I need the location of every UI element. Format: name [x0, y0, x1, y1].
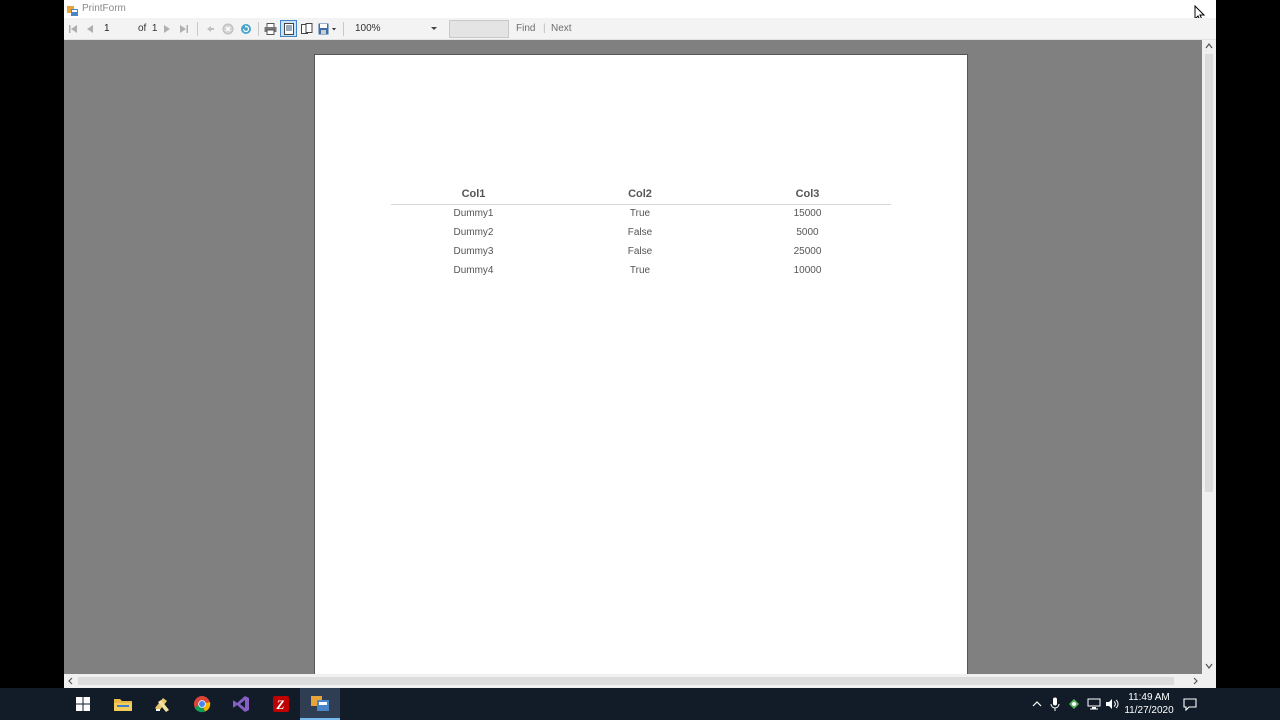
table-cell: 5000 — [796, 227, 819, 238]
current-page-input[interactable]: 1 — [102, 21, 132, 37]
table-row: Dummy1 True 15000 — [391, 204, 891, 223]
clock-date: 11/27/2020 — [1124, 705, 1174, 716]
table-cell: 25000 — [793, 246, 822, 257]
scroll-down-icon[interactable] — [1202, 660, 1216, 674]
table-cell: False — [627, 227, 653, 238]
svg-text:Z: Z — [276, 697, 285, 712]
filezilla-icon[interactable]: Z — [261, 688, 301, 720]
title-bar: PrintForm — [64, 0, 1216, 23]
start-icon[interactable] — [63, 688, 103, 720]
previous-page-icon[interactable] — [84, 21, 96, 37]
column-header: Col2 — [628, 188, 652, 201]
table-cell: Dummy2 — [453, 227, 494, 238]
windows-taskbar: Z 11:49 AM 11/27/2020 — [0, 688, 1280, 720]
table-cell: Dummy1 — [453, 208, 494, 220]
column-header: Col1 — [461, 188, 486, 201]
scrollbar-corner — [1202, 674, 1216, 688]
find-next-separator: | — [543, 23, 546, 34]
toolbar-separator — [258, 22, 259, 36]
table-cell: True — [629, 265, 651, 276]
toolbar-separator — [343, 22, 344, 36]
chevron-down-icon — [431, 27, 437, 30]
printform-app-icon[interactable] — [300, 688, 340, 720]
right-letterbox — [1216, 0, 1280, 688]
toolbar-separator — [197, 22, 198, 36]
horizontal-scroll-thumb[interactable] — [78, 677, 1174, 685]
first-page-icon[interactable] — [67, 21, 79, 37]
system-clock[interactable]: 11:49 AM 11/27/2020 — [1118, 691, 1180, 717]
network-icon[interactable] — [1086, 696, 1102, 712]
report-page: Col1 Col2 Col3 Dummy1 True 15000 Dummy2 … — [314, 54, 968, 674]
printform-window: PrintForm 1 of 1 100% Find | Next Col1 C… — [64, 0, 1216, 688]
next-page-icon[interactable] — [161, 21, 173, 37]
table-cell: True — [629, 208, 651, 220]
report-viewport[interactable]: Col1 Col2 Col3 Dummy1 True 15000 Dummy2 … — [64, 40, 1202, 674]
table-cell: Dummy3 — [453, 246, 494, 257]
last-page-icon[interactable] — [178, 21, 190, 37]
window-title: PrintForm — [82, 3, 126, 14]
app-icon — [67, 3, 78, 16]
report-toolbar: 1 of 1 100% Find | Next — [64, 18, 1216, 40]
next-link[interactable]: Next — [551, 23, 572, 34]
horizontal-scrollbar[interactable] — [64, 674, 1202, 688]
scroll-left-icon[interactable] — [64, 675, 78, 689]
back-to-parent-icon[interactable] — [203, 21, 217, 37]
scroll-right-icon[interactable] — [1188, 675, 1202, 689]
network-sync-icon[interactable] — [1066, 696, 1082, 712]
file-explorer-icon[interactable] — [103, 688, 143, 720]
visual-studio-icon[interactable] — [221, 688, 261, 720]
table-row: Dummy3 False 25000 — [391, 242, 891, 261]
page-setup-icon[interactable] — [300, 21, 314, 37]
table-cell: 10000 — [793, 265, 822, 276]
page-count-label: of 1 — [138, 23, 158, 34]
chrome-icon[interactable] — [182, 688, 222, 720]
report-table: Col1 Col2 Col3 Dummy1 True 15000 Dummy2 … — [391, 185, 891, 280]
scroll-up-icon[interactable] — [1202, 40, 1216, 54]
print-layout-icon[interactable] — [280, 20, 297, 37]
table-header-row: Col1 Col2 Col3 — [391, 185, 891, 204]
clock-time: 11:49 AM — [1128, 692, 1170, 703]
table-cell: False — [627, 246, 653, 257]
export-icon[interactable] — [317, 21, 339, 37]
microphone-icon[interactable] — [1047, 696, 1063, 712]
table-cell: 15000 — [793, 208, 822, 220]
notifications-icon[interactable] — [1182, 696, 1198, 712]
column-header: Col3 — [795, 188, 820, 201]
table-row: Dummy2 False 5000 — [391, 223, 891, 242]
vertical-scrollbar[interactable] — [1202, 40, 1216, 674]
visual-studio-installer-icon[interactable] — [142, 688, 182, 720]
show-hidden-icons-icon[interactable] — [1029, 696, 1045, 712]
refresh-icon[interactable] — [239, 21, 253, 37]
find-text-input[interactable] — [449, 20, 509, 38]
zoom-dropdown[interactable]: 100% — [351, 21, 441, 37]
stop-icon[interactable] — [221, 21, 235, 37]
find-link[interactable]: Find — [516, 23, 535, 34]
vertical-scroll-thumb[interactable] — [1205, 54, 1213, 492]
table-row: Dummy4 True 10000 — [391, 261, 891, 280]
left-letterbox — [0, 0, 64, 688]
print-icon[interactable] — [263, 21, 277, 37]
table-cell: Dummy4 — [453, 265, 494, 276]
